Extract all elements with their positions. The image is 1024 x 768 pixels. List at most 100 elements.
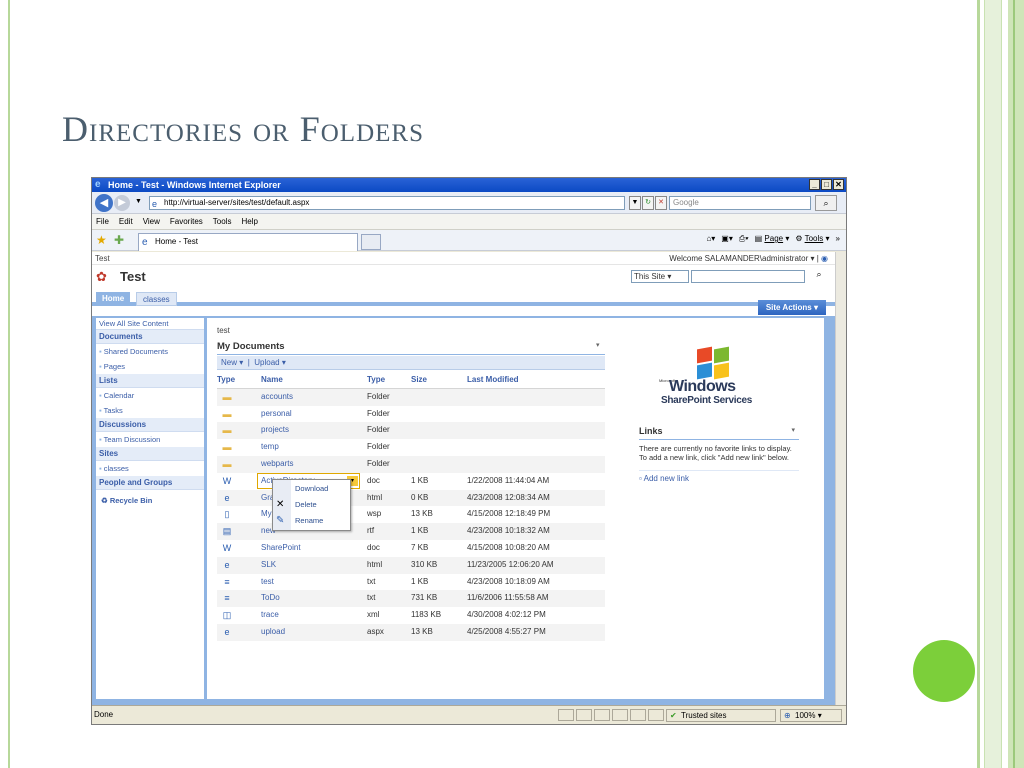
home-icon[interactable]: ⌂▾ — [706, 234, 715, 244]
col-last-modified[interactable]: Last Modified — [467, 372, 519, 389]
table-row[interactable]: ▬ temp Folder — [217, 439, 605, 456]
col-name[interactable]: Name — [261, 372, 283, 389]
address-input[interactable]: e http://virtual-server/sites/test/defau… — [149, 196, 625, 210]
help-icon[interactable]: ◉ — [821, 254, 828, 263]
cell-type: Folder — [367, 442, 390, 452]
menu-item-delete[interactable]: Delete — [295, 497, 317, 513]
cell-name[interactable]: trace — [261, 607, 279, 624]
tab-home-test[interactable]: e Home - Test — [138, 233, 358, 251]
close-icon[interactable]: ✕ — [833, 179, 844, 190]
col-type-icon[interactable]: Type — [217, 372, 235, 389]
menu-file[interactable]: File — [96, 214, 109, 229]
minimize-icon[interactable]: _ — [809, 179, 820, 190]
security-zone[interactable]: ✔ Trusted sites — [666, 709, 776, 722]
table-row[interactable]: ▬ personal Folder — [217, 406, 605, 423]
add-new-link[interactable]: ▫ Add new link — [639, 474, 689, 483]
list-title[interactable]: My Documents — [217, 341, 285, 352]
cell-name[interactable]: personal — [261, 406, 292, 423]
site-logo-icon: ✿ — [96, 269, 107, 284]
table-row[interactable]: ▬ accounts Folder — [217, 388, 605, 406]
stop-icon[interactable]: ✕ — [655, 196, 667, 210]
menu-item-rename[interactable]: Rename — [295, 513, 323, 529]
table-row[interactable]: ▬ projects Folder — [217, 422, 605, 440]
new-menu[interactable]: New ▾ — [221, 358, 243, 367]
ql-item-shared-documents[interactable]: Shared Documents — [96, 344, 204, 359]
col-type[interactable]: Type — [367, 372, 385, 389]
cell-name[interactable]: SLK — [261, 557, 276, 574]
favorites-star-icon[interactable]: ★ — [96, 233, 107, 247]
ql-item-calendar[interactable]: Calendar — [96, 388, 204, 403]
table-row[interactable]: ▬ webparts Folder — [217, 455, 605, 473]
table-row[interactable]: ◫ trace xml 1183 KB 4/30/2008 4:02:12 PM — [217, 607, 605, 624]
maximize-icon[interactable]: □ — [821, 179, 832, 190]
refresh-icon[interactable]: ↻ — [642, 196, 654, 210]
menu-help[interactable]: Help — [241, 214, 257, 229]
tab-home[interactable]: Home — [96, 292, 131, 306]
ql-heading-documents[interactable]: Documents — [96, 330, 204, 344]
ql-heading-people-and-groups[interactable]: People and Groups — [96, 476, 204, 490]
feeds-icon[interactable]: ▣▾ — [721, 234, 733, 244]
table-row[interactable]: ≡ test txt 1 KB 4/23/2008 10:18:09 AM — [217, 574, 605, 591]
ql-heading-sites[interactable]: Sites — [96, 447, 204, 461]
menu-view[interactable]: View — [143, 214, 160, 229]
print-icon[interactable]: ⎙▾ — [739, 234, 749, 244]
forward-button[interactable]: ▶ — [114, 195, 130, 211]
tab-classes[interactable]: classes — [136, 292, 177, 306]
tools-menu[interactable]: ⚙ Tools ▾ — [795, 234, 829, 244]
address-dropdown-icon[interactable]: ▼ — [629, 196, 641, 210]
new-tab-button[interactable] — [361, 234, 381, 250]
chevron-icon[interactable]: » — [836, 234, 840, 244]
cell-name[interactable]: SharePoint — [261, 540, 301, 557]
trusted-check-icon: ✔ — [670, 711, 677, 720]
menu-edit[interactable]: Edit — [119, 214, 133, 229]
site-actions-button[interactable]: Site Actions ▾ — [757, 300, 826, 315]
table-row[interactable]: ≡ ToDo txt 731 KB 11/6/2006 11:55:58 AM — [217, 590, 605, 608]
page-menu[interactable]: ▤ Page ▾ — [755, 234, 790, 244]
links-title-text[interactable]: Links — [639, 426, 663, 436]
ql-item-pages[interactable]: Pages — [96, 359, 204, 374]
ql-item-classes[interactable]: classes — [96, 461, 204, 476]
search-input[interactable]: Google — [669, 196, 811, 210]
cell-name[interactable]: upload — [261, 624, 285, 641]
zoom-control[interactable]: ⊕ 100% ▾ — [780, 709, 842, 722]
back-button[interactable]: ◀ — [95, 194, 113, 212]
cell-name[interactable]: temp — [261, 439, 279, 456]
cell-name[interactable]: accounts — [261, 389, 293, 406]
webpart-menu-icon[interactable]: ▾ — [596, 341, 600, 349]
cell-name[interactable]: projects — [261, 422, 289, 439]
history-dropdown-icon[interactable]: ▼ — [135, 198, 142, 205]
cell-name[interactable]: ToDo — [261, 590, 280, 607]
view-all-site-content[interactable]: View All Site Content — [96, 318, 204, 330]
ql-heading-discussions[interactable]: Discussions — [96, 418, 204, 432]
page-scrollbar[interactable] — [835, 252, 846, 707]
slide-frame-right-band — [984, 0, 1002, 768]
search-scope-select[interactable]: This Site ▾ — [631, 270, 689, 283]
col-size[interactable]: Size — [411, 372, 427, 389]
ql-item-tasks[interactable]: Tasks — [96, 403, 204, 418]
search-icon[interactable]: ⌕ — [815, 195, 837, 211]
site-search-input[interactable] — [691, 270, 805, 283]
menu-item-download[interactable]: Download — [295, 481, 328, 497]
table-row[interactable]: W SharePoint doc 7 KB 4/15/2008 10:08:20 AM — [217, 540, 605, 557]
ql-heading-lists[interactable]: Lists — [96, 374, 204, 388]
upload-menu[interactable]: Upload ▾ — [254, 358, 286, 367]
cell-name[interactable]: webparts — [261, 456, 293, 473]
cell-type: aspx — [367, 626, 384, 636]
menu-tools[interactable]: Tools — [213, 214, 232, 229]
breadcrumb[interactable]: test — [217, 326, 230, 335]
links-menu-icon[interactable]: ▾ — [791, 426, 795, 434]
add-favorite-icon[interactable]: ✚ — [114, 233, 124, 247]
decorative-dot — [913, 640, 975, 702]
command-bar: ⌂▾ ▣▾ ⎙▾ ▤ Page ▾ ⚙ Tools ▾ » — [706, 234, 840, 244]
html-icon: e — [224, 559, 230, 570]
cell-name[interactable]: test — [261, 574, 274, 591]
site-breadcrumb[interactable]: Test — [95, 254, 110, 263]
table-row[interactable]: e SLK html 310 KB 11/23/2005 12:06:20 AM — [217, 556, 605, 574]
welcome-menu[interactable]: Welcome SALAMANDER\administrator ▾ | ◉ — [669, 252, 828, 265]
table-row[interactable]: e upload aspx 13 KB 4/25/2008 4:55:27 PM — [217, 623, 605, 641]
ql-item-team-discussion[interactable]: Team Discussion — [96, 432, 204, 447]
site-search-icon[interactable]: ⌕ — [812, 269, 826, 283]
menu-favorites[interactable]: Favorites — [170, 214, 203, 229]
site-title[interactable]: Test — [120, 269, 146, 284]
recycle-bin-link[interactable]: ♻ Recycle Bin — [96, 493, 204, 509]
